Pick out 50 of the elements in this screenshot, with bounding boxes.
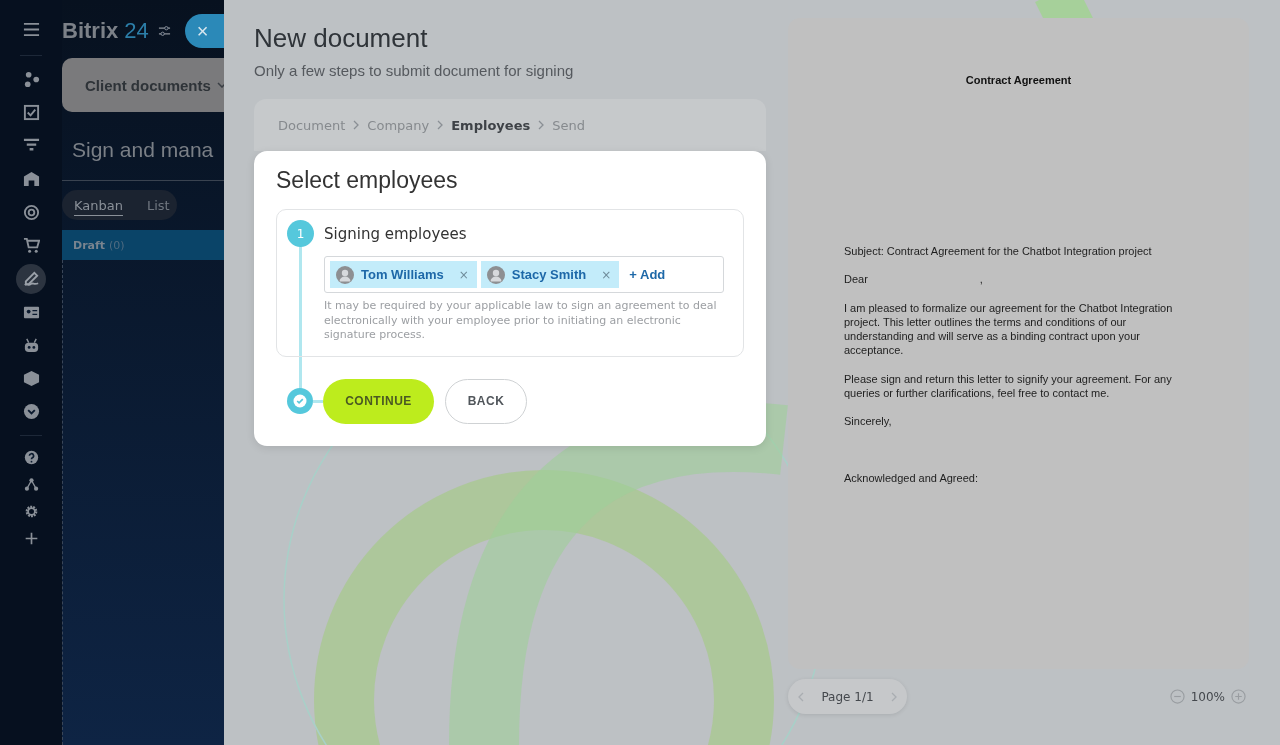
back-button[interactable]: BACK [445,378,527,424]
employee-field[interactable]: Tom Williams × Stacy Smith × + Add [324,256,724,293]
settings-icon[interactable] [23,504,39,520]
menu-icon[interactable] [22,21,40,38]
closing-line: Sincerely, [844,414,893,429]
remove-button[interactable]: × [601,267,612,282]
view-tab[interactable]: List [134,194,182,216]
panel-subtitle: Only a few steps to submit document for signing [254,62,575,79]
column-title: Draft [73,238,106,252]
chevron-right-icon [538,120,545,130]
dialog-title: Select employees [276,167,459,194]
zoom-level: 100% [1190,689,1225,704]
nodes-icon[interactable] [23,477,39,493]
add-link[interactable]: + Add [629,267,666,282]
letter-paragraph: I am pleased to formalize our agreement for the Chatbot Integration project. This letter outlines the terms and conditions of our understanding and will serve as a binding contract upon your acceptance. [844,300,1174,358]
check-circle-icon [287,388,313,414]
subject-line: Subject: Contract Agreement for the Chatbot Integration project [844,244,1153,259]
greeting-comma: , [979,272,983,287]
chevron-right-icon [437,120,444,130]
legal-note: It may be required by your applicable law to sign an agreement to deal electronically with your employee prior to initiating an electronic signature process. [324,299,718,343]
view-tab[interactable]: Kanban [62,194,135,216]
employee-name: Stacy Smith [511,267,587,282]
document-title: Contract Agreement [964,74,1073,86]
breadcrumb-step[interactable]: Document [278,117,346,133]
page-label: Page 1/1 [821,689,874,704]
letter-paragraph: Please sign and return this letter to signify your agreement. For any queries or further clarifications, feel free to contact me. [844,371,1173,401]
plus-icon[interactable] [23,531,39,547]
signoff-line: Acknowledged and Agreed: [844,470,979,485]
logo: Bitrix 24 [62,18,149,44]
breadcrumb-step[interactable]: Company [367,117,430,133]
client-documents-menu[interactable]: Client documents [62,58,224,112]
panel-title: New document [254,23,429,54]
pen-icon[interactable] [16,263,46,294]
continue-button[interactable]: CONTINUE [323,378,434,424]
remove-button[interactable]: × [458,267,469,282]
close-button[interactable]: × [184,14,224,48]
avatar-icon [486,265,505,284]
help-icon[interactable] [23,450,39,466]
section-title: Signing employees [324,224,467,243]
chevron-right-icon [353,120,360,130]
greeting: Dear [844,272,868,287]
employee-name: Tom Williams [361,267,444,282]
breadcrumb-step[interactable]: Send [552,117,585,133]
sliders-icon[interactable] [157,25,171,37]
chevron-down-icon[interactable] [216,82,224,88]
avatar-icon [336,265,354,284]
breadcrumb-step[interactable]: Employees [451,117,531,133]
page-title: Sign and mana [72,138,215,162]
column-count: (0) [109,238,125,252]
step-number: 1 [287,220,314,247]
